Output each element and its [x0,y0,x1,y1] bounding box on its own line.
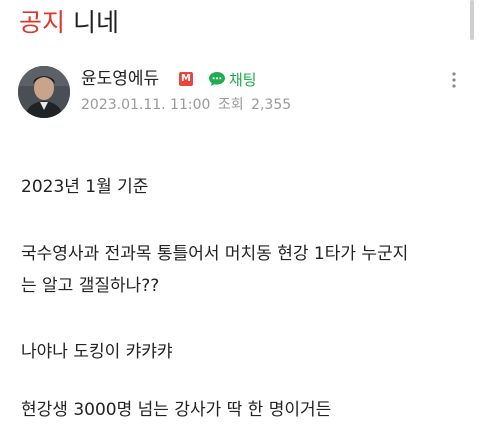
content-line: 나야나 도킹이 캬캬캬 [21,342,173,362]
content-line: 2023년 1월 기준 [21,177,149,197]
post-title: 공지 니네 [19,6,119,40]
manager-badge: M [179,72,193,86]
scrollbar[interactable] [470,0,474,40]
author-name[interactable]: 윤도영에듀 [81,68,159,90]
notice-tag: 공지 [19,8,66,37]
views-label: 조회 [217,97,244,113]
content-line: 국수영사과 전과목 통틀어서 머치동 현강 1타가 누군지 [21,244,409,264]
avatar[interactable] [18,66,70,118]
content-line: 현강생 3000명 넘는 강사가 딱 한 명이거든 [21,400,332,420]
more-vertical-icon[interactable] [444,70,464,90]
post-meta: 2023.01.11. 11:00 조회 2,355 [81,95,294,115]
chat-bubble-icon [208,71,226,87]
content-line: 는 알고 갤질하나?? [21,276,160,296]
post-view: 공지 니네 윤도영에듀 M 채팅 2023.01.11. 11:00 조회 2,… [0,0,480,440]
post-date: 2023.01.11. 11:00 [81,97,211,113]
post-title-text: 니네 [73,8,120,37]
author-row: 윤도영에듀 M 채팅 2023.01.11. 11:00 조회 2,355 [18,66,468,122]
chat-button[interactable]: 채팅 [208,68,257,90]
views-count: 2,355 [251,97,292,113]
chat-label: 채팅 [229,70,257,89]
